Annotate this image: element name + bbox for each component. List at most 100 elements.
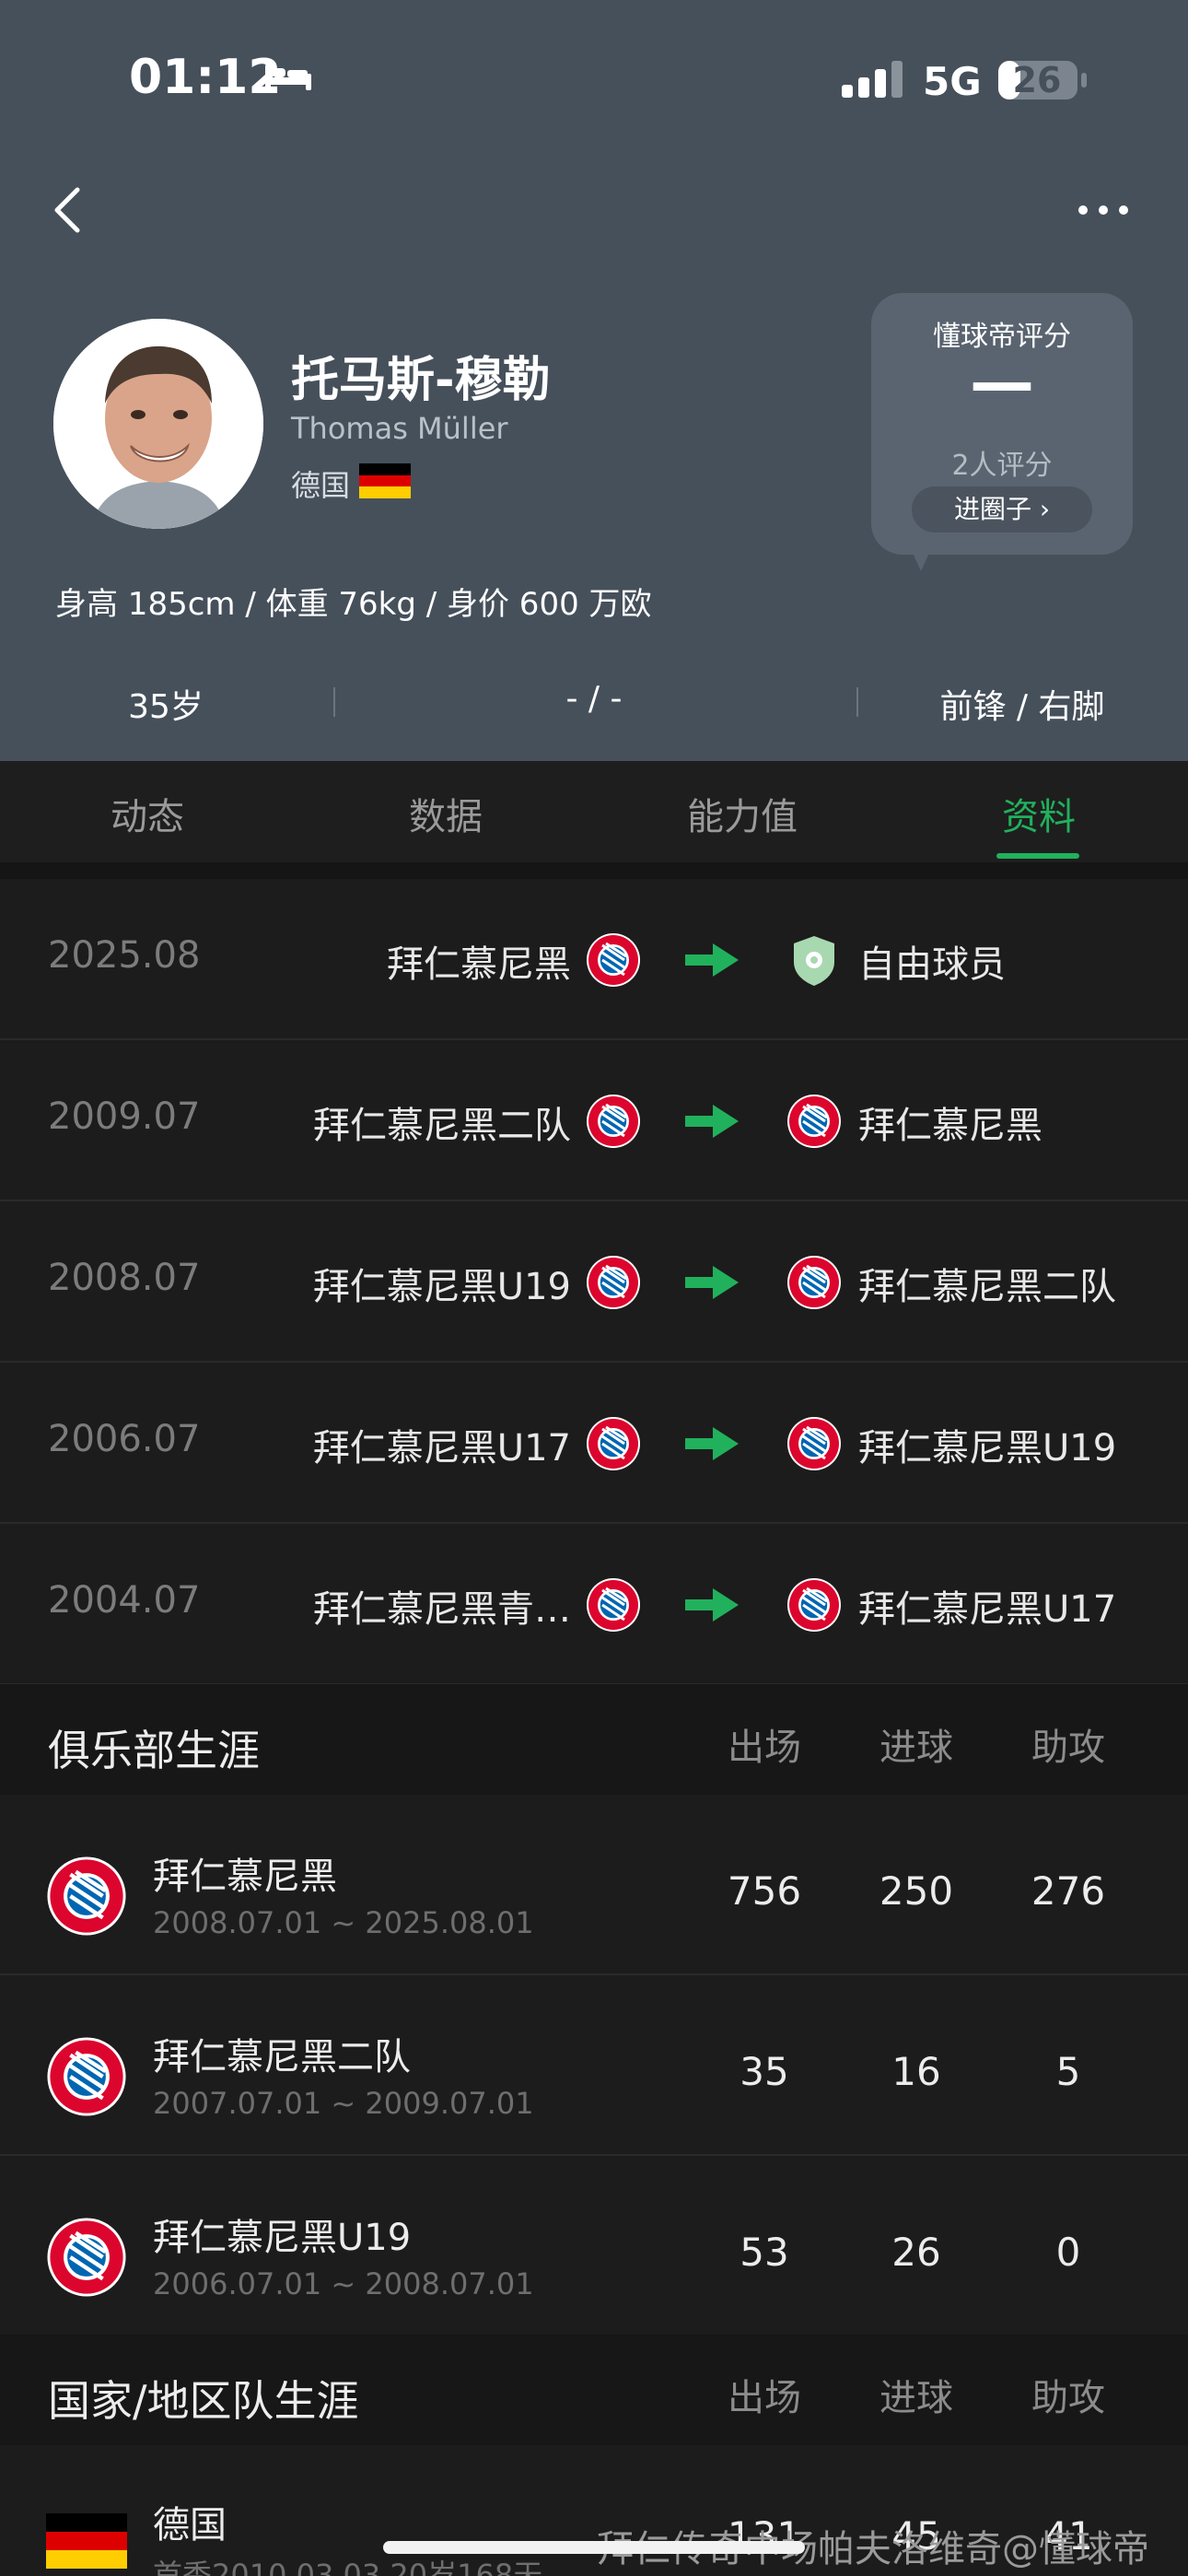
player-photo	[53, 319, 263, 529]
club-career-title: 俱乐部生涯	[48, 1726, 260, 1775]
national-career-header: 国家/地区队生涯 出场 进球 助攻	[0, 2335, 1188, 2445]
club-badge	[46, 2036, 127, 2117]
club-dates: 2008.07.01 ~ 2025.08.01	[153, 1905, 534, 1940]
transfer-date: 2004.07	[48, 1579, 201, 1622]
club-apps: 756	[727, 1868, 802, 1914]
enter-circle-button[interactable]: 进圈子 ›	[912, 486, 1092, 533]
arrow-right-icon	[685, 1105, 739, 1138]
free-agent-shield-icon	[794, 936, 834, 986]
transfer-row[interactable]: 2008.07 拜仁慕尼黑U19 拜仁慕尼黑二队	[0, 1201, 1188, 1363]
club-assists: 5	[1055, 2049, 1081, 2094]
transfer-row[interactable]: 2009.07 拜仁慕尼黑二队 拜仁慕尼黑	[0, 1040, 1188, 1201]
transfer-history: 2025.08 拜仁慕尼黑 自由球员 2009.07 拜仁慕尼黑二队 拜仁慕尼黑 2008.…	[0, 879, 1188, 1685]
divider	[856, 687, 858, 717]
body-stats: 身高 185cm / 体重 76kg / 身价 600 万欧	[55, 586, 652, 623]
club-goals: 26	[891, 2230, 941, 2275]
tab-ability[interactable]: 能力值	[650, 787, 834, 840]
from-club-badge	[586, 1255, 641, 1310]
divider	[333, 687, 335, 717]
from-club-badge	[586, 1416, 641, 1471]
player-name-english: Thomas Müller	[291, 411, 508, 446]
back-button[interactable]	[46, 182, 92, 238]
club-name: 拜仁慕尼黑二队	[153, 2036, 411, 2078]
player-avatar	[53, 319, 263, 529]
bayern-badge-icon	[47, 2037, 126, 2116]
from-club-badge	[586, 932, 641, 988]
club-career-header: 俱乐部生涯 出场 进球 助攻	[0, 1684, 1188, 1795]
club-apps: 35	[740, 2049, 789, 2094]
bayern-badge-icon	[587, 933, 640, 987]
to-club-badge	[786, 1255, 842, 1310]
active-tab-indicator	[996, 853, 1079, 859]
tab-bar: 动态 数据 能力值 资料	[0, 761, 1188, 862]
club-career-row[interactable]: 拜仁慕尼黑二队 2007.07.01 ~ 2009.07.01 35 16 5	[0, 1975, 1188, 2156]
transfer-to-club: 拜仁慕尼黑二队	[858, 1266, 1116, 1308]
cellular-signal-icon	[842, 61, 903, 98]
tab-stats[interactable]: 数据	[354, 787, 538, 840]
col-apps: 出场	[728, 1727, 801, 1769]
rating-card: 懂球帝评分 — 2人评分 进圈子 ›	[871, 293, 1133, 555]
more-options-button[interactable]	[1076, 193, 1131, 227]
player-age: 35岁	[128, 688, 204, 726]
transfer-date: 2006.07	[48, 1418, 201, 1460]
tab-news[interactable]: 动态	[55, 787, 239, 840]
club-badge	[46, 1856, 127, 1937]
transfer-to-club: 拜仁慕尼黑U19	[858, 1427, 1117, 1469]
transfer-to-club: 自由球员	[858, 943, 1006, 986]
col-goals: 进球	[879, 1727, 953, 1769]
col-apps: 出场	[728, 2377, 801, 2419]
club-dates: 2006.07.01 ~ 2008.07.01	[153, 2266, 534, 2301]
player-name: 托马斯-穆勒	[291, 353, 551, 408]
club-goals: 16	[891, 2049, 941, 2094]
transfer-from-club: 拜仁慕尼黑	[387, 943, 571, 986]
battery-level: 26	[1012, 60, 1062, 100]
to-club-badge	[786, 1577, 842, 1633]
col-assists: 助攻	[1031, 1727, 1105, 1769]
rating-value: —	[970, 345, 1034, 420]
home-indicator[interactable]	[383, 2541, 805, 2554]
club-assists: 276	[1031, 1868, 1106, 1914]
player-country: 德国	[291, 468, 351, 503]
arrow-right-icon	[685, 1266, 739, 1299]
national-career-title: 国家/地区队生涯	[48, 2376, 359, 2426]
transfer-date: 2009.07	[48, 1095, 201, 1138]
transfer-from-club: 拜仁慕尼黑二队	[313, 1105, 571, 1147]
player-header: 01:12 5G 26 托马斯-穆勒 Thomas Müller 德国 懂球帝评…	[0, 0, 1188, 761]
from-club-badge	[586, 1577, 641, 1633]
tab-profile[interactable]: 资料	[947, 787, 1131, 840]
arrow-right-icon	[685, 1427, 739, 1460]
transfer-row[interactable]: 2004.07 拜仁慕尼黑青… 拜仁慕尼黑U17	[0, 1524, 1188, 1685]
bayern-badge-icon	[787, 1417, 841, 1470]
club-apps: 53	[740, 2230, 789, 2275]
transfer-date: 2025.08	[48, 934, 201, 977]
col-goals: 进球	[879, 2377, 953, 2419]
bayern-badge-icon	[587, 1417, 640, 1470]
player-number: - / -	[565, 680, 623, 718]
club-career-row[interactable]: 拜仁慕尼黑 2008.07.01 ~ 2025.08.01 756 250 276	[0, 1795, 1188, 1975]
transfer-row[interactable]: 2025.08 拜仁慕尼黑 自由球员	[0, 879, 1188, 1040]
bayern-badge-icon	[787, 1256, 841, 1309]
national-debut: 首秀2010.03.03 20岁168天	[153, 2558, 543, 2576]
transfer-to-club: 拜仁慕尼黑U17	[858, 1588, 1117, 1631]
transfer-row[interactable]: 2006.07 拜仁慕尼黑U17 拜仁慕尼黑U19	[0, 1363, 1188, 1524]
arrow-right-icon	[685, 1588, 739, 1622]
germany-flag-icon	[46, 2513, 127, 2569]
rating-count: 2人评分	[951, 450, 1053, 482]
to-club-badge	[786, 932, 842, 988]
club-career-row[interactable]: 拜仁慕尼黑U19 2006.07.01 ~ 2008.07.01 53 26 0	[0, 2156, 1188, 2336]
network-type: 5G	[923, 59, 982, 104]
to-club-badge	[786, 1416, 842, 1471]
divider	[0, 862, 1188, 879]
bayern-badge-icon	[47, 2218, 126, 2297]
club-name: 拜仁慕尼黑U19	[153, 2217, 412, 2259]
from-club-badge	[586, 1094, 641, 1149]
national-team-name: 德国	[153, 2504, 227, 2547]
bayern-badge-icon	[787, 1095, 841, 1148]
transfer-date: 2008.07	[48, 1257, 201, 1299]
transfer-from-club: 拜仁慕尼黑U19	[312, 1266, 571, 1308]
bayern-badge-icon	[787, 1578, 841, 1632]
rating-card-tail	[912, 551, 930, 571]
transfer-to-club: 拜仁慕尼黑	[858, 1105, 1042, 1147]
arrow-right-icon	[685, 943, 739, 977]
player-position-foot: 前锋 / 右脚	[939, 688, 1105, 726]
